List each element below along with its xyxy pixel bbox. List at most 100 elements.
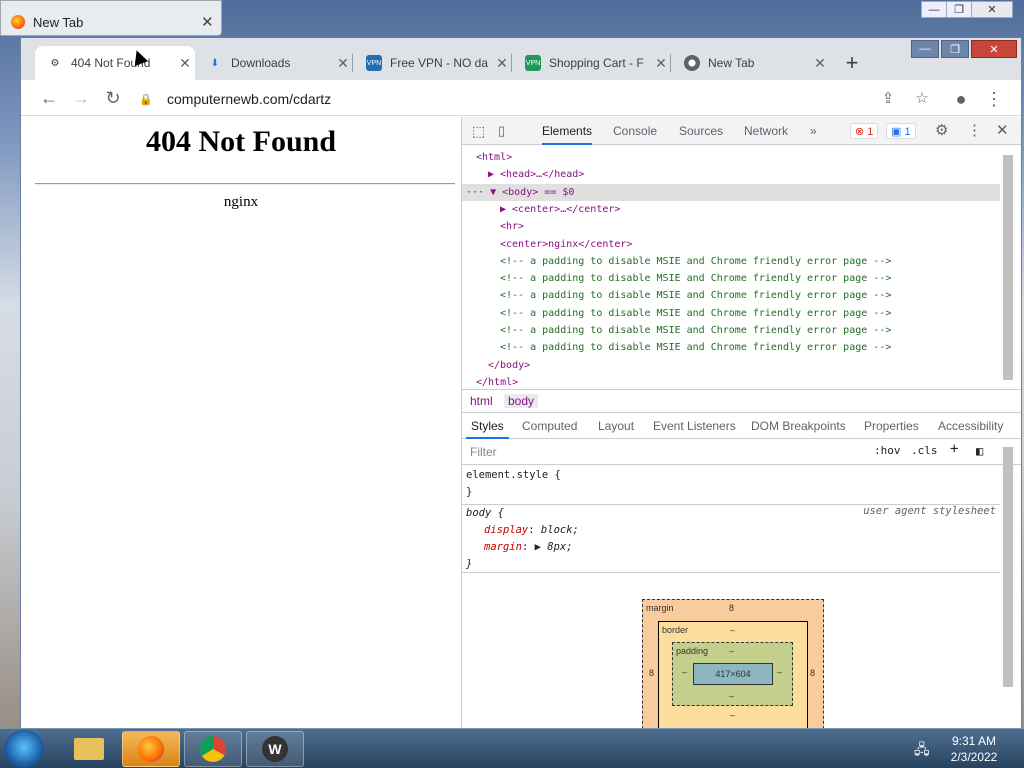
prop-margin[interactable]: margin (484, 541, 522, 553)
start-button[interactable] (4, 730, 44, 768)
tab-elements[interactable]: Elements (542, 117, 593, 145)
dom-comment-line[interactable]: <!-- a padding to disable MSIE and Chrom… (500, 287, 891, 304)
device-toolbar-icon[interactable]: ▯ (498, 117, 505, 145)
tab-accessibility[interactable]: Accessibility (938, 413, 1003, 439)
devtools-menu-icon[interactable]: ⋮ (967, 117, 982, 145)
more-tabs-icon[interactable]: » (810, 117, 817, 145)
new-rule-icon[interactable]: + (950, 441, 958, 457)
outer-restore-button[interactable]: ❐ (946, 1, 972, 18)
close-devtools-icon[interactable]: ✕ (996, 117, 1009, 145)
dom-node-line[interactable]: </body> (488, 357, 530, 374)
tab-console[interactable]: Console (613, 117, 657, 145)
dom-node-line[interactable]: ··· ▼ <body> == $0 (462, 183, 1000, 201)
filter-input[interactable]: Filter (470, 445, 497, 459)
taskbar: W 🖧 9:31 AM 2/3/2022 (0, 728, 1024, 768)
element-style-selector: element.style { (466, 469, 561, 481)
tab-properties[interactable]: Properties (864, 413, 919, 439)
reload-button[interactable]: ↻ (101, 87, 125, 109)
tab-computed[interactable]: Computed (522, 413, 577, 439)
inspect-element-icon[interactable]: ⬚ (472, 117, 485, 145)
dom-comment-line[interactable]: <!-- a padding to disable MSIE and Chrom… (500, 322, 891, 339)
margin-label: margin (646, 603, 674, 613)
dom-node-line[interactable]: <center>nginx</center> (500, 236, 632, 253)
devtools-panel: ⬚ ▯ Elements Console Sources Network » ⊗… (461, 117, 1021, 731)
firefox-icon (11, 15, 25, 29)
bookmark-star-icon[interactable]: ☆ (909, 86, 935, 112)
tab-404[interactable]: ⚙ 404 Not Found ✕ (35, 46, 195, 80)
dom-node-line[interactable]: ▶ <center>…</center> (500, 201, 620, 218)
forward-button[interactable]: → (69, 87, 93, 109)
tab-event-listeners[interactable]: Event Listeners (653, 413, 736, 439)
tab-separator (511, 54, 512, 72)
tab-close-icon[interactable]: ✕ (492, 55, 512, 72)
dom-scrollbar[interactable] (1003, 155, 1013, 380)
class-toggle[interactable]: .cls (911, 444, 938, 457)
dom-node-line[interactable]: <html> (476, 149, 512, 166)
tab-close-icon[interactable]: ✕ (651, 55, 671, 72)
tab-shopping-cart[interactable]: VPN Shopping Cart - F ✕ (513, 46, 671, 80)
tab-dom-breakpoints[interactable]: DOM Breakpoints (751, 413, 846, 439)
background-window-tab[interactable]: New Tab ✕ (0, 0, 222, 36)
hover-state-toggle[interactable]: :hov (874, 444, 901, 457)
chrome-taskbar-icon[interactable] (184, 731, 242, 767)
dom-comment-line[interactable]: <!-- a padding to disable MSIE and Chrom… (500, 339, 891, 356)
window-controls: — ❐ ✕ (909, 40, 1017, 58)
toggle-sidebar-icon[interactable]: ◧ (976, 444, 983, 458)
devtools-tabbar: ⬚ ▯ Elements Console Sources Network » ⊗… (462, 117, 1021, 145)
tab-sources[interactable]: Sources (679, 117, 723, 145)
breadcrumb-body[interactable]: body (504, 394, 539, 408)
outer-minimize-button[interactable]: — (921, 1, 947, 18)
menu-icon[interactable]: ⋮ (981, 86, 1007, 112)
tab-downloads[interactable]: ⬇ Downloads ✕ (195, 46, 353, 80)
tab-close-icon[interactable]: ✕ (333, 55, 353, 72)
message-count-badge[interactable]: ▣ 1 (886, 123, 916, 139)
dom-comment-line[interactable]: <!-- a padding to disable MSIE and Chrom… (500, 305, 891, 322)
restore-button[interactable]: ❐ (941, 40, 969, 58)
network-icon[interactable]: 🖧 (914, 739, 930, 763)
tab-separator (670, 54, 671, 72)
dom-comment-line[interactable]: <!-- a padding to disable MSIE and Chrom… (500, 253, 891, 270)
new-tab-button[interactable]: + (838, 50, 866, 78)
back-button[interactable]: ← (37, 87, 61, 109)
background-window-close-icon[interactable]: ✕ (201, 13, 214, 31)
dom-comment-line[interactable]: <!-- a padding to disable MSIE and Chrom… (500, 270, 891, 287)
tab-styles[interactable]: Styles (466, 413, 509, 439)
close-window-button[interactable]: ✕ (971, 40, 1017, 58)
lock-icon[interactable]: 🔒 (139, 93, 153, 106)
app-taskbar-icon[interactable]: W (246, 731, 304, 767)
background-window-title: New Tab (33, 15, 84, 30)
system-clock[interactable]: 9:31 AM 2/3/2022 (946, 729, 1002, 768)
settings-gear-icon[interactable]: ⚙ (935, 117, 948, 145)
share-icon[interactable]: ⇪ (875, 86, 901, 112)
page-heading: 404 Not Found (145, 125, 337, 158)
dom-node-line[interactable]: ▶ <head>…</head> (488, 166, 584, 183)
rule-divider (462, 572, 1000, 573)
border-label: border (662, 625, 689, 635)
prop-display[interactable]: display (484, 524, 528, 536)
tab-network[interactable]: Network (744, 117, 788, 145)
address-bar[interactable]: 🔒 computernewb.com/cdartz (139, 85, 879, 113)
file-explorer-icon[interactable] (60, 731, 118, 767)
value-margin[interactable]: ▶ 8px; (535, 541, 573, 553)
dom-node-line[interactable]: <hr> (500, 218, 524, 235)
breadcrumb-html[interactable]: html (466, 394, 497, 408)
dom-tree[interactable]: <html> ▶ <head>…</head> ··· ▼ <body> == $0… (462, 145, 1000, 389)
tab-label: Downloads (231, 56, 291, 70)
tab-layout[interactable]: Layout (598, 413, 634, 439)
minimize-button[interactable]: — (911, 40, 939, 58)
border-bottom-value: – (730, 710, 736, 720)
styles-scrollbar[interactable] (1003, 447, 1013, 687)
tab-close-icon[interactable]: ✕ (810, 55, 830, 72)
error-count-badge[interactable]: ⊗ 1 (850, 123, 879, 139)
tab-close-icon[interactable]: ✕ (175, 55, 195, 72)
tab-new-tab[interactable]: New Tab ✕ (672, 46, 830, 80)
tab-free-vpn[interactable]: VPN Free VPN - NO da ✕ (354, 46, 512, 80)
styles-filter-bar: Filter :hov .cls + ◧ (462, 439, 1021, 465)
error-count: 1 (867, 126, 874, 138)
outer-close-button[interactable]: ✕ (971, 1, 1013, 18)
box-model-content[interactable]: 417×604 (693, 663, 773, 685)
tab-label: 404 Not Found (71, 56, 151, 70)
profile-avatar[interactable]: ● (948, 86, 974, 112)
firefox-taskbar-icon[interactable] (122, 731, 180, 767)
value-display[interactable]: block; (541, 524, 579, 536)
